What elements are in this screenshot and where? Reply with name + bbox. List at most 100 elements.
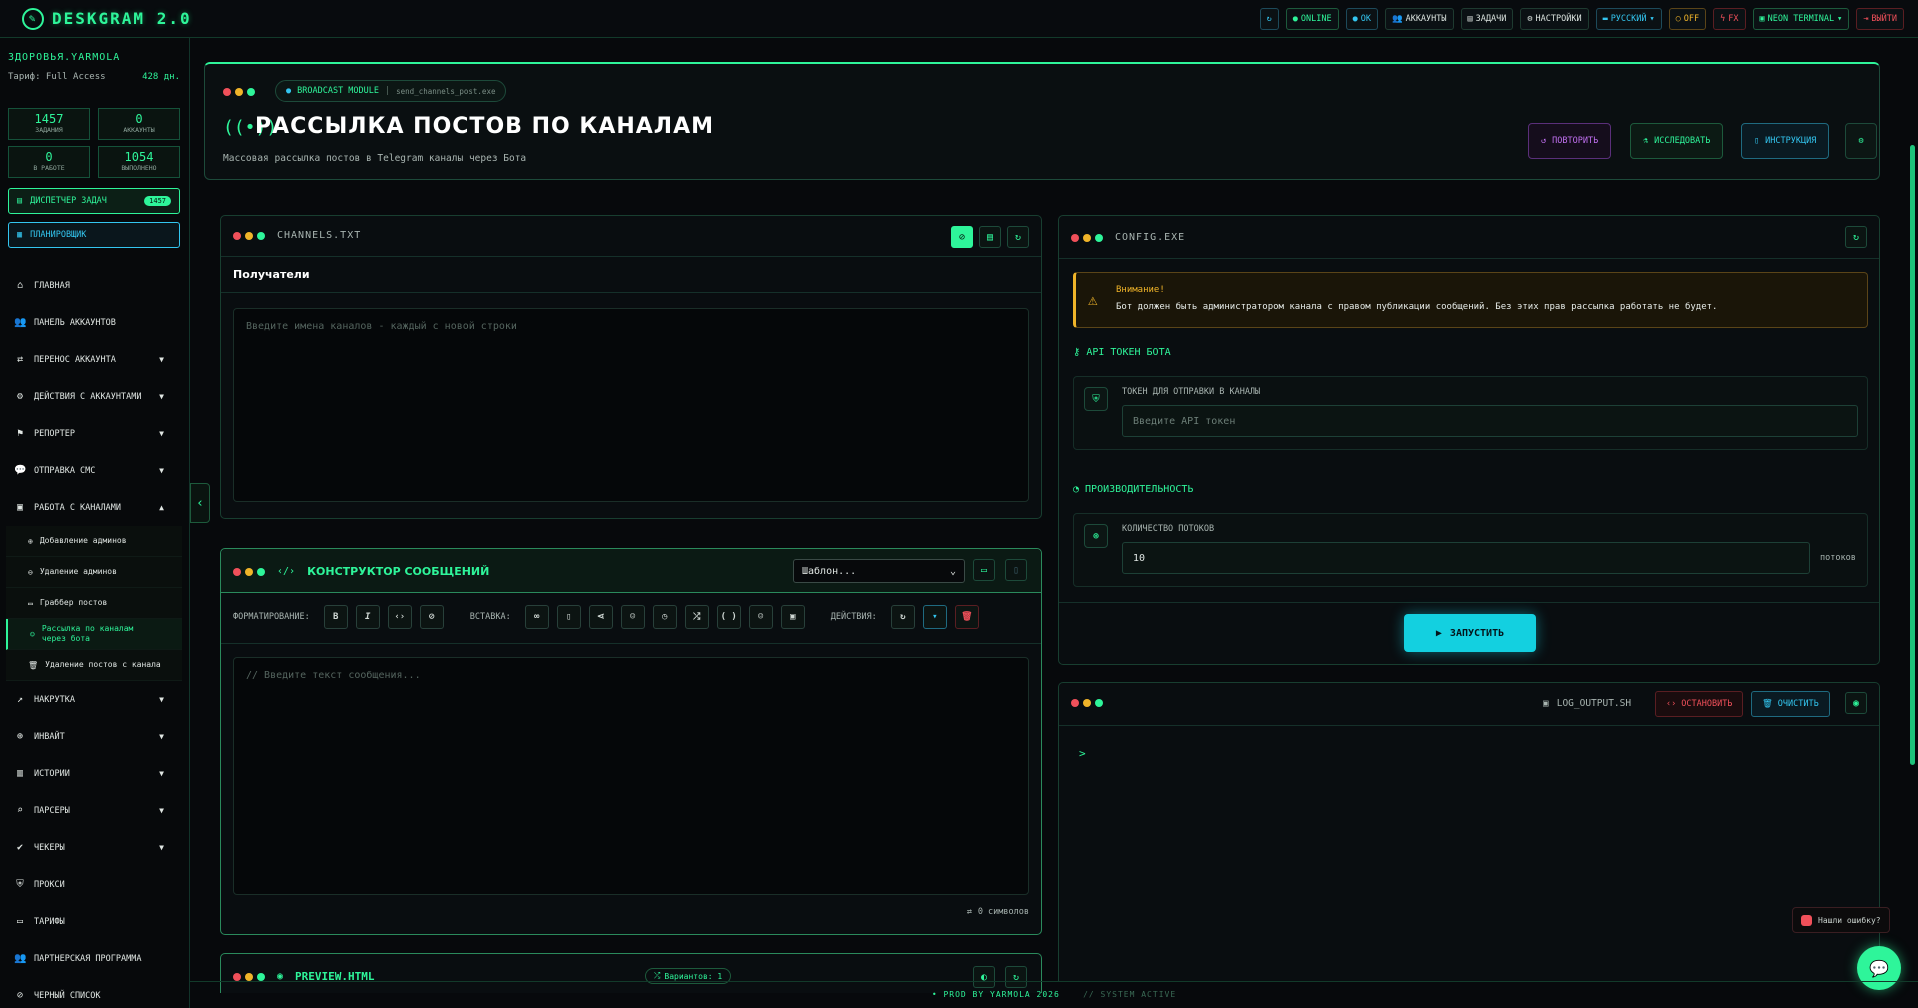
user-transfer-icon: ⇄ <box>16 354 24 365</box>
sidebar-item-channels[interactable]: ▣ РАБОТА С КАНАЛАМИ ▲ <box>0 489 189 526</box>
sidebar-item-blacklist[interactable]: ⊘ ЧЕРНЫЙ СПИСОК <box>0 977 189 1008</box>
settings-gear-button[interactable]: ⚙ <box>1845 123 1877 159</box>
sidebar-item-sms[interactable]: 💬 ОТПРАВКА СМС ▼ <box>0 452 189 489</box>
sidebar-item-partners[interactable]: 👥 ПАРТНЕРСКАЯ ПРОГРАММА <box>0 940 189 977</box>
threads-input[interactable] <box>1122 542 1810 574</box>
sidebar-item-invite[interactable]: ⊕ ИНВАЙТ ▼ <box>0 718 189 755</box>
logout-button[interactable]: ⇥ ВЫЙТИ <box>1856 8 1904 30</box>
save-template-button[interactable]: ▯ <box>1005 559 1027 581</box>
config-file-title: CONFIG.EXE <box>1115 232 1186 243</box>
app-title: DESKGRAM 2.0 <box>52 9 192 28</box>
bold-button[interactable]: B <box>323 605 348 629</box>
bold-icon: B <box>333 612 339 622</box>
sidebar-item-reporter[interactable]: ⚑ РЕПОРТЕР ▼ <box>0 415 189 452</box>
config-refresh-button[interactable]: ↻ <box>1845 226 1867 248</box>
tariff-info: Тариф: Full Access 428 дн. <box>8 72 180 82</box>
submenu-remove-admins[interactable]: ⊖ Удаление админов <box>6 557 182 588</box>
chevron-down-icon: ▼ <box>159 355 164 364</box>
message-textarea[interactable] <box>233 657 1029 895</box>
submenu-channel-broadcast[interactable]: ☺ Рассылка по каналам через бота <box>6 619 182 650</box>
dot-icon: ● <box>1292 14 1298 24</box>
shuffle-icon: ⤮ <box>654 971 661 980</box>
check-icon: ✔ <box>16 842 24 853</box>
accounts-button[interactable]: 👥 АККАУНТЫ <box>1384 8 1454 30</box>
sidebar-item-accounts-panel[interactable]: 👥 ПАНЕЛЬ АККАУНТОВ <box>0 304 189 341</box>
module-command: send_channels_post.exe <box>396 86 496 96</box>
actions-label: ДЕЙСТВИЯ: <box>830 612 877 622</box>
sidebar-item-home[interactable]: ⌂ ГЛАВНАЯ <box>0 267 189 304</box>
char-counter: ⇄ 0 символов <box>966 907 1029 917</box>
action-refresh-button[interactable]: ↻ <box>890 605 915 629</box>
blacklist-icon: ⊘ <box>16 990 24 1001</box>
sidebar-item-account-transfer[interactable]: ⇄ ПЕРЕНОС АККАУНТА ▼ <box>0 341 189 378</box>
instruction-button[interactable]: ▯ ИНСТРУКЦИЯ <box>1741 123 1830 159</box>
book-icon: ▯ <box>1754 136 1760 146</box>
sidebar-collapse-button[interactable]: ‹ <box>190 483 210 523</box>
users-icon: 👥 <box>14 317 27 328</box>
repeat-button[interactable]: ↺ ПОВТОРИТЬ <box>1528 123 1612 159</box>
sidebar-item-stories[interactable]: ▥ ИСТОРИИ ▼ <box>0 755 189 792</box>
refresh-button[interactable]: ↻ <box>1259 8 1279 30</box>
dispatcher-button[interactable]: ▤ ДИСПЕТЧЕР ЗАДАЧ 1457 <box>8 188 180 214</box>
sidebar-item-checkers[interactable]: ✔ ЧЕКЕРЫ ▼ <box>0 829 189 866</box>
start-button[interactable]: ▶ ЗАПУСТИТЬ <box>1404 614 1536 652</box>
module-pill: ● BROADCAST MODULE | send_channels_post.… <box>275 80 507 102</box>
action-delete-button[interactable]: 🗑 <box>954 605 979 629</box>
sidebar-item-tariffs[interactable]: ▭ ТАРИФЫ <box>0 903 189 940</box>
fx-toggle[interactable]: ϟ FX <box>1713 8 1746 30</box>
submenu-add-admins[interactable]: ⊕ Добавление админов <box>6 526 182 557</box>
sidebar-item-account-actions[interactable]: ⚙ ДЕЙСТВИЯ С АККАУНТАМИ ▼ <box>0 378 189 415</box>
stop-button[interactable]: ‹› ОСТАНОВИТЬ <box>1655 691 1744 717</box>
lock-icon: ⊘ <box>958 231 966 243</box>
page-scrollbar[interactable] <box>1910 145 1915 765</box>
insert-image-button[interactable]: ▣ <box>780 605 805 629</box>
insert-variable-button[interactable]: ( ) <box>716 605 741 629</box>
template-select[interactable]: Шаблон... ⌄ <box>793 559 965 583</box>
channels-refresh-button[interactable]: ↻ <box>1007 226 1029 248</box>
templates-folder-button[interactable]: ▭ <box>973 559 995 581</box>
sidebar-item-parsers[interactable]: ⌕ ПАРСЕРЫ ▼ <box>0 792 189 829</box>
insert-emoji-button[interactable]: ☺ <box>748 605 773 629</box>
insert-link-button[interactable]: ∞ <box>524 605 549 629</box>
text-count-icon: ⇄ <box>966 907 972 917</box>
eye-off-icon: ⊘ <box>429 612 435 622</box>
shuffle-icon: ⤮ <box>693 612 701 622</box>
channels-lock-button[interactable]: ⊘ <box>951 226 973 248</box>
flag-ru-icon: ▬ <box>1602 14 1608 24</box>
theme-select[interactable]: ▣ NEON TERMINAL ▾ <box>1752 8 1850 30</box>
channels-file-title: CHANNELS.TXT <box>277 230 362 241</box>
italic-button[interactable]: I <box>355 605 380 629</box>
page-title: РАССЫЛКА ПОСТОВ ПО КАНАЛАМ <box>255 114 714 139</box>
settings-button[interactable]: ⚙ НАСТРОЙКИ <box>1520 8 1589 30</box>
flask-icon: ⚗ <box>1643 136 1649 146</box>
window-dots <box>1071 699 1103 707</box>
bug-report-button[interactable]: Нашли ошибку? <box>1792 907 1890 933</box>
log-visibility-button[interactable]: ◉ <box>1845 692 1867 714</box>
channels-textarea[interactable] <box>233 308 1029 502</box>
app-logo[interactable]: ✎ DESKGRAM 2.0 <box>22 7 192 30</box>
planner-button[interactable]: ▦ ПЛАНИРОВЩИК <box>8 222 180 248</box>
insert-file-button[interactable]: ▯ <box>556 605 581 629</box>
insert-bot-button[interactable]: ☺ <box>620 605 645 629</box>
submenu-delete-posts[interactable]: 🗑 Удаление постов с канала <box>6 650 182 681</box>
footer-status: // SYSTEM ACTIVE <box>1083 990 1177 999</box>
action-save-button[interactable]: ▾ <box>922 605 947 629</box>
insert-time-button[interactable]: ◷ <box>652 605 677 629</box>
sidebar-item-proxy[interactable]: ⛨ ПРОКСИ <box>0 866 189 903</box>
api-token-input[interactable] <box>1122 405 1858 437</box>
language-select[interactable]: ▬ РУССКИЙ ▾ <box>1595 8 1662 30</box>
warning-text: Бот должен быть администратором канала с… <box>1116 302 1718 312</box>
clear-button[interactable]: 🗑 ОЧИСТИТЬ <box>1751 691 1830 717</box>
sidebar-item-boost[interactable]: ↗ НАКРУТКА ▼ <box>0 681 189 718</box>
insert-share-button[interactable]: ⋖ <box>588 605 613 629</box>
explore-button[interactable]: ⚗ ИССЛЕДОВАТЬ <box>1630 123 1724 159</box>
tasks-button[interactable]: ▤ ЗАДАЧИ <box>1460 8 1514 30</box>
insert-random-button[interactable]: ⤮ <box>684 605 709 629</box>
warning-icon: ⚠ <box>1088 290 1098 309</box>
channels-file-button[interactable]: ▤ <box>979 226 1001 248</box>
sound-toggle[interactable]: ○ OFF <box>1668 8 1707 30</box>
submenu-post-grabber[interactable]: ▭ Граббер постов <box>6 588 182 619</box>
code-button[interactable]: ‹› <box>387 605 412 629</box>
chevron-down-icon: ▼ <box>159 392 164 401</box>
spoiler-button[interactable]: ⊘ <box>419 605 444 629</box>
